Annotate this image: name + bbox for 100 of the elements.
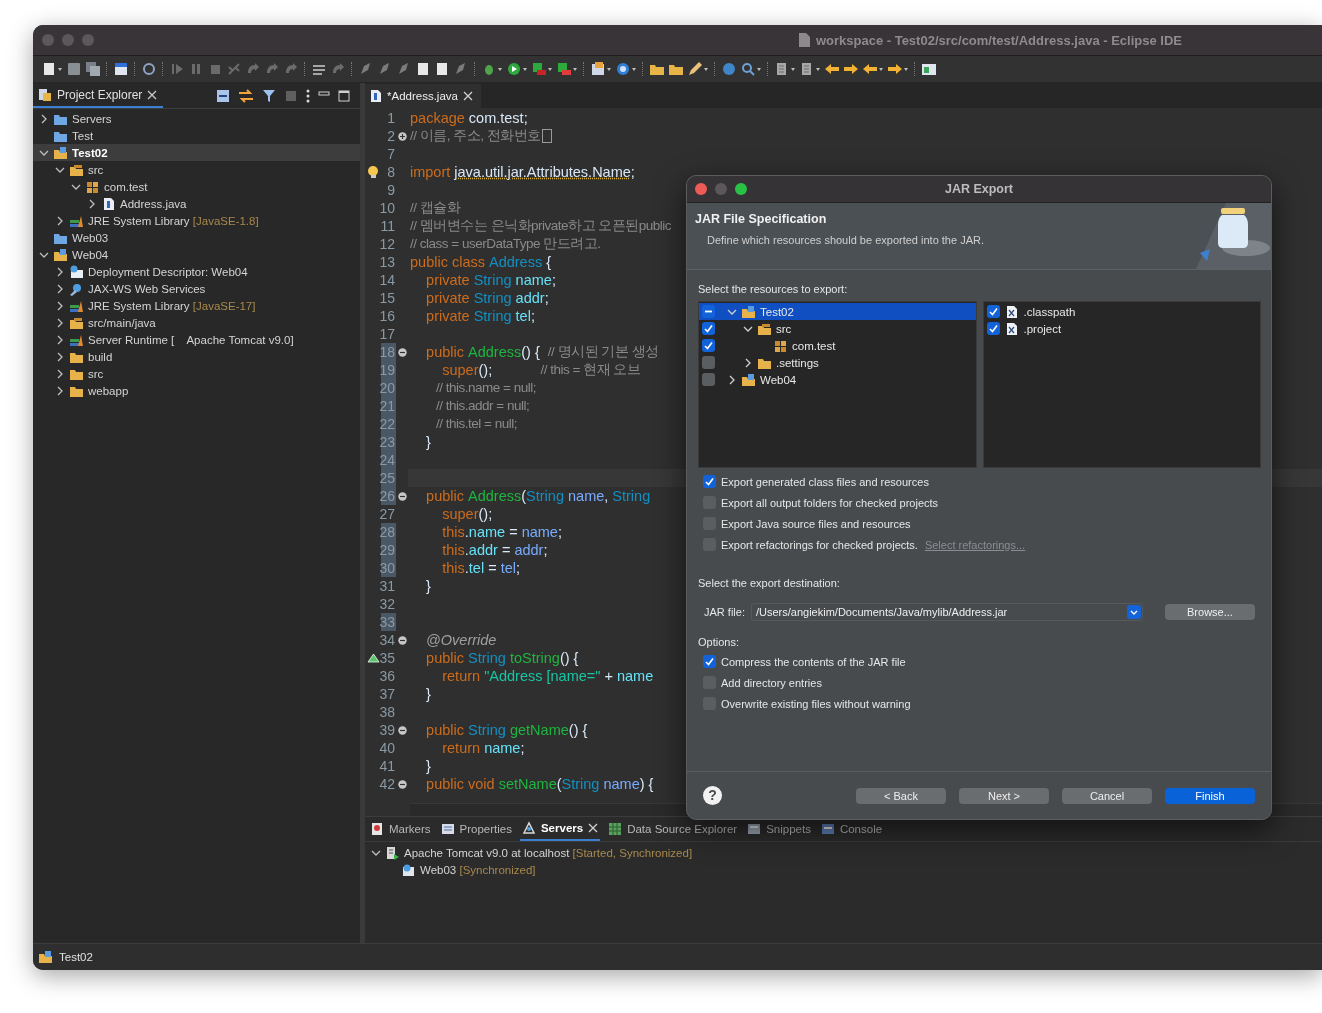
chevron-icon[interactable]: [55, 334, 65, 345]
close-icon[interactable]: [588, 823, 599, 833]
chevron-icon[interactable]: [55, 351, 65, 362]
chevron-icon[interactable]: [55, 283, 65, 294]
tree-item[interactable]: Servers: [33, 110, 360, 127]
pencil-icon[interactable]: [687, 61, 709, 77]
expand-fold-icon[interactable]: [397, 131, 407, 141]
checkbox[interactable]: [702, 356, 715, 369]
checkbox[interactable]: [703, 655, 716, 668]
chevron-icon[interactable]: [55, 266, 65, 277]
checkbox[interactable]: [986, 305, 1000, 318]
maximize-icon[interactable]: [338, 89, 350, 102]
warning-lightbulb-icon[interactable]: [366, 165, 380, 179]
tree-item[interactable]: Test02: [33, 144, 360, 161]
chevron-icon[interactable]: [55, 317, 65, 328]
panel-icon[interactable]: [113, 61, 129, 77]
filter-icon[interactable]: [262, 88, 276, 103]
tree-item[interactable]: build: [33, 348, 360, 365]
wizard-button[interactable]: < Back: [856, 787, 946, 804]
more-icon[interactable]: [306, 88, 310, 103]
checkbox-option[interactable]: Compress the contents of the JAR file: [698, 655, 906, 668]
checkbox[interactable]: [702, 373, 715, 386]
checkbox-option[interactable]: Overwrite existing files without warning: [698, 697, 911, 710]
run-tool-icon[interactable]: [531, 61, 553, 77]
jar-file-combo[interactable]: /Users/angiekim/Documents/Java/mylib/Address.jar: [750, 603, 1143, 621]
chevron-icon[interactable]: [55, 385, 65, 396]
panel-tab[interactable]: Data Source Explorer: [606, 817, 740, 841]
panel-tab[interactable]: Console: [818, 817, 885, 841]
checkbox[interactable]: [703, 475, 716, 488]
tree-item[interactable]: src: [33, 161, 360, 178]
checkbox-option[interactable]: Add directory entries: [698, 676, 822, 689]
forward-arrow-icon[interactable]: [887, 61, 909, 77]
tree-item[interactable]: JRE System Library [JavaSE-17]: [33, 297, 360, 314]
collapse-fold-icon[interactable]: [397, 347, 407, 357]
tree-item[interactable]: Test02: [699, 303, 976, 320]
document-icon[interactable]: [434, 61, 450, 77]
target-icon[interactable]: [141, 61, 157, 77]
perspective-icon[interactable]: [921, 61, 937, 77]
stop-tool-icon[interactable]: [556, 61, 578, 77]
zoom-window-button[interactable]: [735, 183, 747, 195]
link-arrows-icon[interactable]: [238, 88, 254, 103]
panel-tab[interactable]: Properties: [438, 817, 514, 841]
checkbox[interactable]: [986, 322, 1000, 335]
collapse-fold-icon[interactable]: [397, 491, 407, 501]
help-button[interactable]: ?: [703, 786, 722, 805]
chevron-icon[interactable]: [55, 300, 65, 311]
tree-item[interactable]: Server Runtime [ Apache Tomcat v9.0]: [33, 331, 360, 348]
tree-item[interactable]: Deployment Descriptor: Web04: [33, 263, 360, 280]
back-arrow-icon[interactable]: [862, 61, 884, 77]
checkbox[interactable]: [702, 305, 715, 318]
browse-button[interactable]: Browse...: [1164, 604, 1255, 620]
collapse-fold-icon[interactable]: [397, 779, 407, 789]
tree-item[interactable]: Web04: [699, 371, 976, 388]
run-icon[interactable]: [506, 61, 528, 77]
save-all-icon[interactable]: [85, 61, 101, 77]
tree-item[interactable]: webapp: [33, 382, 360, 399]
package-icon[interactable]: [590, 61, 612, 77]
chevron-icon[interactable]: [87, 198, 97, 209]
panel-tab[interactable]: Snippets: [745, 817, 813, 841]
wizard-button[interactable]: Next >: [959, 787, 1049, 804]
close-icon[interactable]: [462, 91, 473, 101]
panel-tab[interactable]: Markers: [368, 817, 433, 841]
collapse-fold-icon[interactable]: [397, 725, 407, 735]
tree-item[interactable]: Web03 [Synchronized]: [367, 861, 1322, 878]
chevron-icon[interactable]: [727, 374, 737, 385]
checkbox-option[interactable]: Export all output folders for checked projects: [698, 496, 939, 509]
forward-arrow-icon[interactable]: [843, 61, 859, 77]
chevron-icon[interactable]: [743, 357, 753, 368]
dropdown-icon[interactable]: [1126, 605, 1141, 619]
tree-item[interactable]: JAX-WS Web Services: [33, 280, 360, 297]
panel-tab[interactable]: Servers: [519, 817, 601, 841]
tree-item[interactable]: src: [33, 365, 360, 382]
tree-item[interactable]: src: [699, 320, 976, 337]
project-explorer-tab[interactable]: Project Explorer: [33, 83, 164, 108]
document-icon[interactable]: [41, 61, 63, 77]
folded-code-icon[interactable]: [541, 128, 552, 144]
checkbox-option[interactable]: Export Java source files and resources: [698, 517, 911, 530]
wizard-button[interactable]: Finish: [1165, 787, 1255, 804]
tree-item[interactable]: Web04: [33, 246, 360, 263]
tree-item[interactable]: Test: [33, 127, 360, 144]
chevron-icon[interactable]: [55, 368, 65, 379]
class-icon[interactable]: [615, 61, 637, 77]
document-icon[interactable]: [415, 61, 431, 77]
checkbox[interactable]: [702, 339, 715, 352]
editor-tab[interactable]: *Address.java: [365, 84, 481, 108]
override-triangle-icon[interactable]: [366, 653, 380, 663]
tree-item[interactable]: src/main/java: [33, 314, 360, 331]
tree-item[interactable]: .settings: [699, 354, 976, 371]
tree-item[interactable]: com.test: [699, 337, 976, 354]
back-arrow-icon[interactable]: [824, 61, 840, 77]
tree-item[interactable]: Address.java: [33, 195, 360, 212]
tree-item[interactable]: Apache Tomcat v9.0 at localhost [Started, Synchronized]: [367, 844, 1322, 861]
resume-icon[interactable]: [169, 61, 185, 77]
checkbox-option[interactable]: Export refactorings for checked projects.: [698, 538, 918, 551]
collapse-all-icon[interactable]: [216, 88, 230, 103]
save-icon[interactable]: [66, 61, 82, 77]
tree-item[interactable]: JRE System Library [JavaSE-1.8]: [33, 212, 360, 229]
close-window-button[interactable]: [695, 183, 707, 195]
search-icon[interactable]: [740, 61, 762, 77]
close-icon[interactable]: [147, 89, 158, 100]
